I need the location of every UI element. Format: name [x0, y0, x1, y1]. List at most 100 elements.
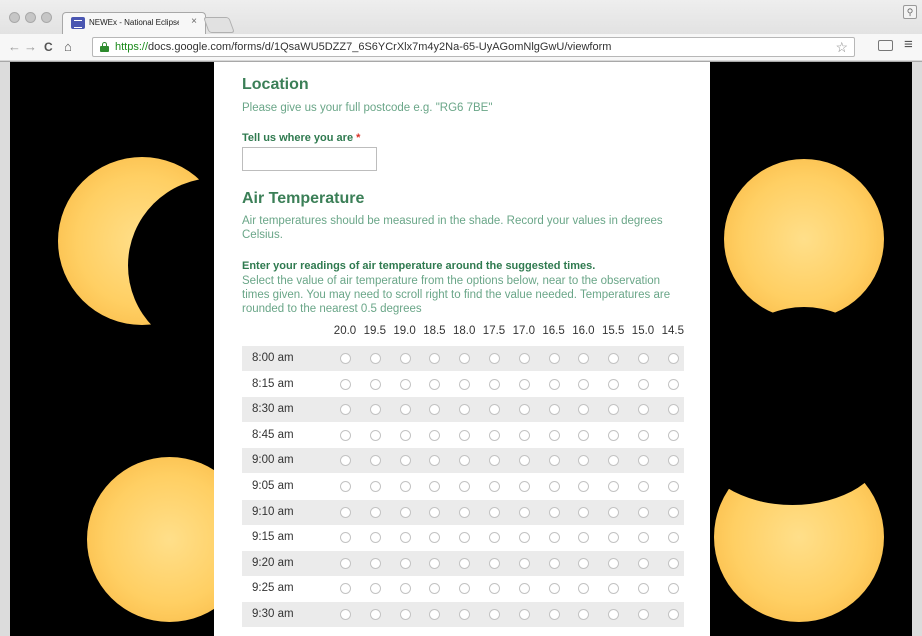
- radio-option[interactable]: [369, 557, 381, 569]
- radio-option[interactable]: [518, 583, 530, 595]
- radio-option[interactable]: [518, 429, 530, 441]
- menu-icon[interactable]: ≡: [904, 36, 913, 53]
- radio-option[interactable]: [638, 429, 649, 441]
- radio-option[interactable]: [667, 506, 679, 518]
- radio-option[interactable]: [518, 404, 530, 416]
- radio-option[interactable]: [548, 481, 560, 492]
- radio-option[interactable]: [548, 506, 560, 518]
- radio-option[interactable]: [518, 557, 530, 569]
- radio-option[interactable]: [638, 455, 649, 467]
- radio-option[interactable]: [518, 353, 530, 364]
- radio-option[interactable]: [399, 429, 411, 441]
- radio-option[interactable]: [638, 506, 649, 518]
- reload-icon[interactable]: C: [44, 39, 53, 55]
- radio-option[interactable]: [608, 609, 620, 620]
- radio-option[interactable]: [429, 532, 441, 544]
- radio-option[interactable]: [399, 455, 411, 467]
- radio-option[interactable]: [489, 455, 500, 467]
- radio-option[interactable]: [548, 557, 560, 569]
- radio-option[interactable]: [667, 532, 679, 544]
- radio-option[interactable]: [489, 429, 500, 441]
- radio-option[interactable]: [369, 506, 381, 518]
- radio-option[interactable]: [399, 506, 411, 518]
- radio-option[interactable]: [608, 353, 620, 364]
- radio-option[interactable]: [578, 583, 590, 595]
- radio-option[interactable]: [399, 583, 411, 595]
- radio-option[interactable]: [608, 481, 620, 492]
- radio-option[interactable]: [340, 506, 351, 518]
- radio-option[interactable]: [638, 481, 649, 492]
- radio-option[interactable]: [459, 506, 471, 518]
- radio-option[interactable]: [548, 455, 560, 467]
- radio-option[interactable]: [578, 455, 590, 467]
- radio-option[interactable]: [429, 506, 441, 518]
- radio-option[interactable]: [667, 557, 679, 569]
- radio-option[interactable]: [399, 557, 411, 569]
- radio-option[interactable]: [489, 404, 500, 416]
- radio-option[interactable]: [518, 532, 530, 544]
- radio-option[interactable]: [340, 404, 351, 416]
- radio-option[interactable]: [489, 481, 500, 492]
- radio-option[interactable]: [459, 557, 471, 569]
- radio-option[interactable]: [638, 378, 649, 390]
- radio-option[interactable]: [578, 609, 590, 620]
- radio-option[interactable]: [608, 429, 620, 441]
- radio-option[interactable]: [608, 583, 620, 595]
- radio-option[interactable]: [399, 353, 411, 364]
- radio-option[interactable]: [518, 378, 530, 390]
- radio-option[interactable]: [369, 532, 381, 544]
- back-arrow-icon[interactable]: ←: [8, 39, 21, 55]
- radio-option[interactable]: [459, 378, 471, 390]
- radio-option[interactable]: [369, 378, 381, 390]
- radio-option[interactable]: [399, 532, 411, 544]
- radio-option[interactable]: [638, 353, 649, 364]
- profile-icon[interactable]: ⚲: [903, 5, 917, 19]
- radio-option[interactable]: [578, 404, 590, 416]
- radio-option[interactable]: [489, 557, 500, 569]
- radio-option[interactable]: [667, 378, 679, 390]
- radio-option[interactable]: [548, 429, 560, 441]
- home-icon[interactable]: ⌂: [64, 39, 72, 55]
- radio-option[interactable]: [340, 481, 351, 492]
- radio-option[interactable]: [518, 506, 530, 518]
- radio-option[interactable]: [459, 532, 471, 544]
- radio-option[interactable]: [638, 532, 649, 544]
- radio-option[interactable]: [578, 481, 590, 492]
- radio-option[interactable]: [489, 506, 500, 518]
- radio-option[interactable]: [399, 404, 411, 416]
- radio-option[interactable]: [369, 583, 381, 595]
- radio-option[interactable]: [667, 455, 679, 467]
- radio-option[interactable]: [369, 404, 381, 416]
- radio-option[interactable]: [548, 353, 560, 364]
- radio-option[interactable]: [340, 353, 351, 364]
- radio-option[interactable]: [489, 532, 500, 544]
- radio-option[interactable]: [608, 506, 620, 518]
- location-input[interactable]: [242, 147, 377, 171]
- radio-option[interactable]: [459, 429, 471, 441]
- radio-option[interactable]: [548, 532, 560, 544]
- bookmark-star-icon[interactable]: ☆: [835, 39, 848, 56]
- radio-option[interactable]: [459, 353, 471, 364]
- radio-option[interactable]: [340, 583, 351, 595]
- cast-icon[interactable]: [878, 40, 893, 51]
- radio-option[interactable]: [459, 481, 471, 492]
- radio-option[interactable]: [608, 557, 620, 569]
- radio-option[interactable]: [638, 557, 649, 569]
- radio-option[interactable]: [518, 609, 530, 620]
- close-window-icon[interactable]: [9, 12, 20, 23]
- minimize-window-icon[interactable]: [25, 12, 36, 23]
- radio-option[interactable]: [608, 532, 620, 544]
- forward-arrow-icon[interactable]: →: [24, 39, 37, 55]
- radio-option[interactable]: [340, 455, 351, 467]
- radio-option[interactable]: [369, 481, 381, 492]
- radio-option[interactable]: [638, 609, 649, 620]
- radio-option[interactable]: [369, 353, 381, 364]
- radio-option[interactable]: [429, 481, 441, 492]
- radio-option[interactable]: [429, 609, 441, 620]
- radio-option[interactable]: [548, 378, 560, 390]
- radio-option[interactable]: [548, 404, 560, 416]
- radio-option[interactable]: [489, 583, 500, 595]
- radio-option[interactable]: [340, 532, 351, 544]
- radio-option[interactable]: [429, 455, 441, 467]
- radio-option[interactable]: [518, 455, 530, 467]
